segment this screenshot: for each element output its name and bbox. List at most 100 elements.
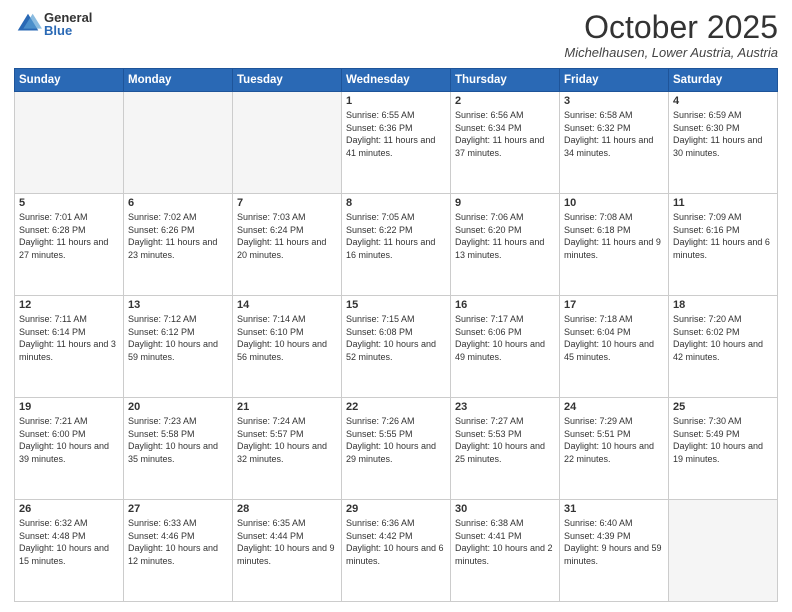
calendar-cell: 10 Sunrise: 7:08 AM Sunset: 6:18 PM Dayli… (560, 194, 669, 296)
calendar-cell: 19 Sunrise: 7:21 AM Sunset: 6:00 PM Dayli… (15, 398, 124, 500)
day-number: 12 (19, 299, 119, 311)
day-info: Sunrise: 7:15 AM Sunset: 6:08 PM Dayligh… (346, 313, 446, 363)
calendar-cell: 25Sunrise: 7:30 AM Sunset: 5:49 PM Dayli… (669, 398, 778, 500)
calendar-week-row: 5Sunrise: 7:01 AM Sunset: 6:28 PM Daylig… (15, 194, 778, 296)
calendar-cell: 18 Sunrise: 7:20 AM Sunset: 6:02 PM Dayli… (669, 296, 778, 398)
day-info: Sunrise: 7:18 AM Sunset: 6:04 PM Dayligh… (564, 313, 664, 363)
calendar-cell: 11Sunrise: 7:09 AM Sunset: 6:16 PM Dayli… (669, 194, 778, 296)
day-info: Sunrise: 7:01 AM Sunset: 6:28 PM Dayligh… (19, 211, 119, 261)
calendar-week-row: 12 Sunrise: 7:11 AM Sunset: 6:14 PM Dayli… (15, 296, 778, 398)
day-info: Sunrise: 6:59 AM Sunset: 6:30 PM Dayligh… (673, 109, 773, 159)
page: General Blue October 2025 Michelhausen, … (0, 0, 792, 612)
calendar-cell: 6 Sunrise: 7:02 AM Sunset: 6:26 PM Daylig… (124, 194, 233, 296)
calendar-cell: 21 Sunrise: 7:24 AM Sunset: 5:57 PM Dayli… (233, 398, 342, 500)
header-sunday: Sunday (15, 69, 124, 92)
day-info: Sunrise: 7:08 AM Sunset: 6:18 PM Dayligh… (564, 211, 664, 261)
day-info: Sunrise: 7:12 AM Sunset: 6:12 PM Dayligh… (128, 313, 228, 363)
day-number: 9 (455, 197, 555, 209)
calendar-cell: 30Sunrise: 6:38 AM Sunset: 4:41 PM Dayli… (451, 500, 560, 602)
day-info: Sunrise: 6:40 AM Sunset: 4:39 PM Dayligh… (564, 517, 664, 567)
day-info: Sunrise: 7:17 AM Sunset: 6:06 PM Dayligh… (455, 313, 555, 363)
day-number: 3 (564, 95, 664, 107)
day-number: 24 (564, 401, 664, 413)
header: General Blue October 2025 Michelhausen, … (14, 10, 778, 60)
calendar-cell (669, 500, 778, 602)
day-info: Sunrise: 6:33 AM Sunset: 4:46 PM Dayligh… (128, 517, 228, 567)
calendar-cell: 22 Sunrise: 7:26 AM Sunset: 5:55 PM Dayli… (342, 398, 451, 500)
header-monday: Monday (124, 69, 233, 92)
day-info: Sunrise: 7:23 AM Sunset: 5:58 PM Dayligh… (128, 415, 228, 465)
calendar-cell: 29 Sunrise: 6:36 AM Sunset: 4:42 PM Dayli… (342, 500, 451, 602)
day-number: 22 (346, 401, 446, 413)
day-info: Sunrise: 7:24 AM Sunset: 5:57 PM Dayligh… (237, 415, 337, 465)
calendar-week-row: 26 Sunrise: 6:32 AM Sunset: 4:48 PM Dayli… (15, 500, 778, 602)
day-info: Sunrise: 7:14 AM Sunset: 6:10 PM Dayligh… (237, 313, 337, 363)
location: Michelhausen, Lower Austria, Austria (564, 45, 778, 60)
calendar-week-row: 19 Sunrise: 7:21 AM Sunset: 6:00 PM Dayli… (15, 398, 778, 500)
header-tuesday: Tuesday (233, 69, 342, 92)
day-info: Sunrise: 6:36 AM Sunset: 4:42 PM Dayligh… (346, 517, 446, 567)
day-number: 10 (564, 197, 664, 209)
calendar-cell: 5Sunrise: 7:01 AM Sunset: 6:28 PM Daylig… (15, 194, 124, 296)
day-number: 31 (564, 503, 664, 515)
day-info: Sunrise: 7:21 AM Sunset: 6:00 PM Dayligh… (19, 415, 119, 465)
calendar-cell: 17 Sunrise: 7:18 AM Sunset: 6:04 PM Dayli… (560, 296, 669, 398)
calendar-cell: 4 Sunrise: 6:59 AM Sunset: 6:30 PM Daylig… (669, 92, 778, 194)
day-number: 21 (237, 401, 337, 413)
header-friday: Friday (560, 69, 669, 92)
day-number: 30 (455, 503, 555, 515)
calendar-cell: 26 Sunrise: 6:32 AM Sunset: 4:48 PM Dayli… (15, 500, 124, 602)
day-info: Sunrise: 7:06 AM Sunset: 6:20 PM Dayligh… (455, 211, 555, 261)
calendar-cell: 1Sunrise: 6:55 AM Sunset: 6:36 PM Daylig… (342, 92, 451, 194)
day-info: Sunrise: 7:20 AM Sunset: 6:02 PM Dayligh… (673, 313, 773, 363)
day-number: 15 (346, 299, 446, 311)
calendar-cell: 14Sunrise: 7:14 AM Sunset: 6:10 PM Dayli… (233, 296, 342, 398)
day-info: Sunrise: 7:05 AM Sunset: 6:22 PM Dayligh… (346, 211, 446, 261)
day-info: Sunrise: 6:32 AM Sunset: 4:48 PM Dayligh… (19, 517, 119, 567)
calendar-cell: 12 Sunrise: 7:11 AM Sunset: 6:14 PM Dayli… (15, 296, 124, 398)
calendar-cell: 28Sunrise: 6:35 AM Sunset: 4:44 PM Dayli… (233, 500, 342, 602)
day-number: 29 (346, 503, 446, 515)
calendar-cell: 13 Sunrise: 7:12 AM Sunset: 6:12 PM Dayli… (124, 296, 233, 398)
day-info: Sunrise: 7:03 AM Sunset: 6:24 PM Dayligh… (237, 211, 337, 261)
day-info: Sunrise: 7:09 AM Sunset: 6:16 PM Dayligh… (673, 211, 773, 261)
day-number: 16 (455, 299, 555, 311)
day-info: Sunrise: 6:56 AM Sunset: 6:34 PM Dayligh… (455, 109, 555, 159)
day-info: Sunrise: 7:02 AM Sunset: 6:26 PM Dayligh… (128, 211, 228, 261)
calendar-cell: 27 Sunrise: 6:33 AM Sunset: 4:46 PM Dayli… (124, 500, 233, 602)
day-number: 6 (128, 197, 228, 209)
calendar-cell: 24Sunrise: 7:29 AM Sunset: 5:51 PM Dayli… (560, 398, 669, 500)
calendar-cell: 9 Sunrise: 7:06 AM Sunset: 6:20 PM Daylig… (451, 194, 560, 296)
header-thursday: Thursday (451, 69, 560, 92)
day-number: 27 (128, 503, 228, 515)
day-info: Sunrise: 7:26 AM Sunset: 5:55 PM Dayligh… (346, 415, 446, 465)
day-number: 7 (237, 197, 337, 209)
day-info: Sunrise: 6:55 AM Sunset: 6:36 PM Dayligh… (346, 109, 446, 159)
calendar-table: Sunday Monday Tuesday Wednesday Thursday… (14, 68, 778, 602)
day-info: Sunrise: 6:58 AM Sunset: 6:32 PM Dayligh… (564, 109, 664, 159)
title-block: October 2025 Michelhausen, Lower Austria… (564, 10, 778, 60)
day-number: 4 (673, 95, 773, 107)
day-number: 26 (19, 503, 119, 515)
header-saturday: Saturday (669, 69, 778, 92)
calendar-cell: 8 Sunrise: 7:05 AM Sunset: 6:22 PM Daylig… (342, 194, 451, 296)
day-number: 8 (346, 197, 446, 209)
calendar-cell: 23Sunrise: 7:27 AM Sunset: 5:53 PM Dayli… (451, 398, 560, 500)
day-number: 19 (19, 401, 119, 413)
header-wednesday: Wednesday (342, 69, 451, 92)
day-info: Sunrise: 7:11 AM Sunset: 6:14 PM Dayligh… (19, 313, 119, 363)
calendar-cell: 2Sunrise: 6:56 AM Sunset: 6:34 PM Daylig… (451, 92, 560, 194)
day-number: 28 (237, 503, 337, 515)
calendar-cell (15, 92, 124, 194)
day-number: 20 (128, 401, 228, 413)
calendar-cell (124, 92, 233, 194)
day-number: 13 (128, 299, 228, 311)
logo-icon (14, 10, 42, 38)
day-number: 23 (455, 401, 555, 413)
calendar-cell: 7 Sunrise: 7:03 AM Sunset: 6:24 PM Daylig… (233, 194, 342, 296)
logo-text: General Blue (44, 11, 92, 37)
day-number: 17 (564, 299, 664, 311)
calendar-cell: 16 Sunrise: 7:17 AM Sunset: 6:06 PM Dayli… (451, 296, 560, 398)
day-number: 18 (673, 299, 773, 311)
logo-blue-text: Blue (44, 24, 92, 37)
